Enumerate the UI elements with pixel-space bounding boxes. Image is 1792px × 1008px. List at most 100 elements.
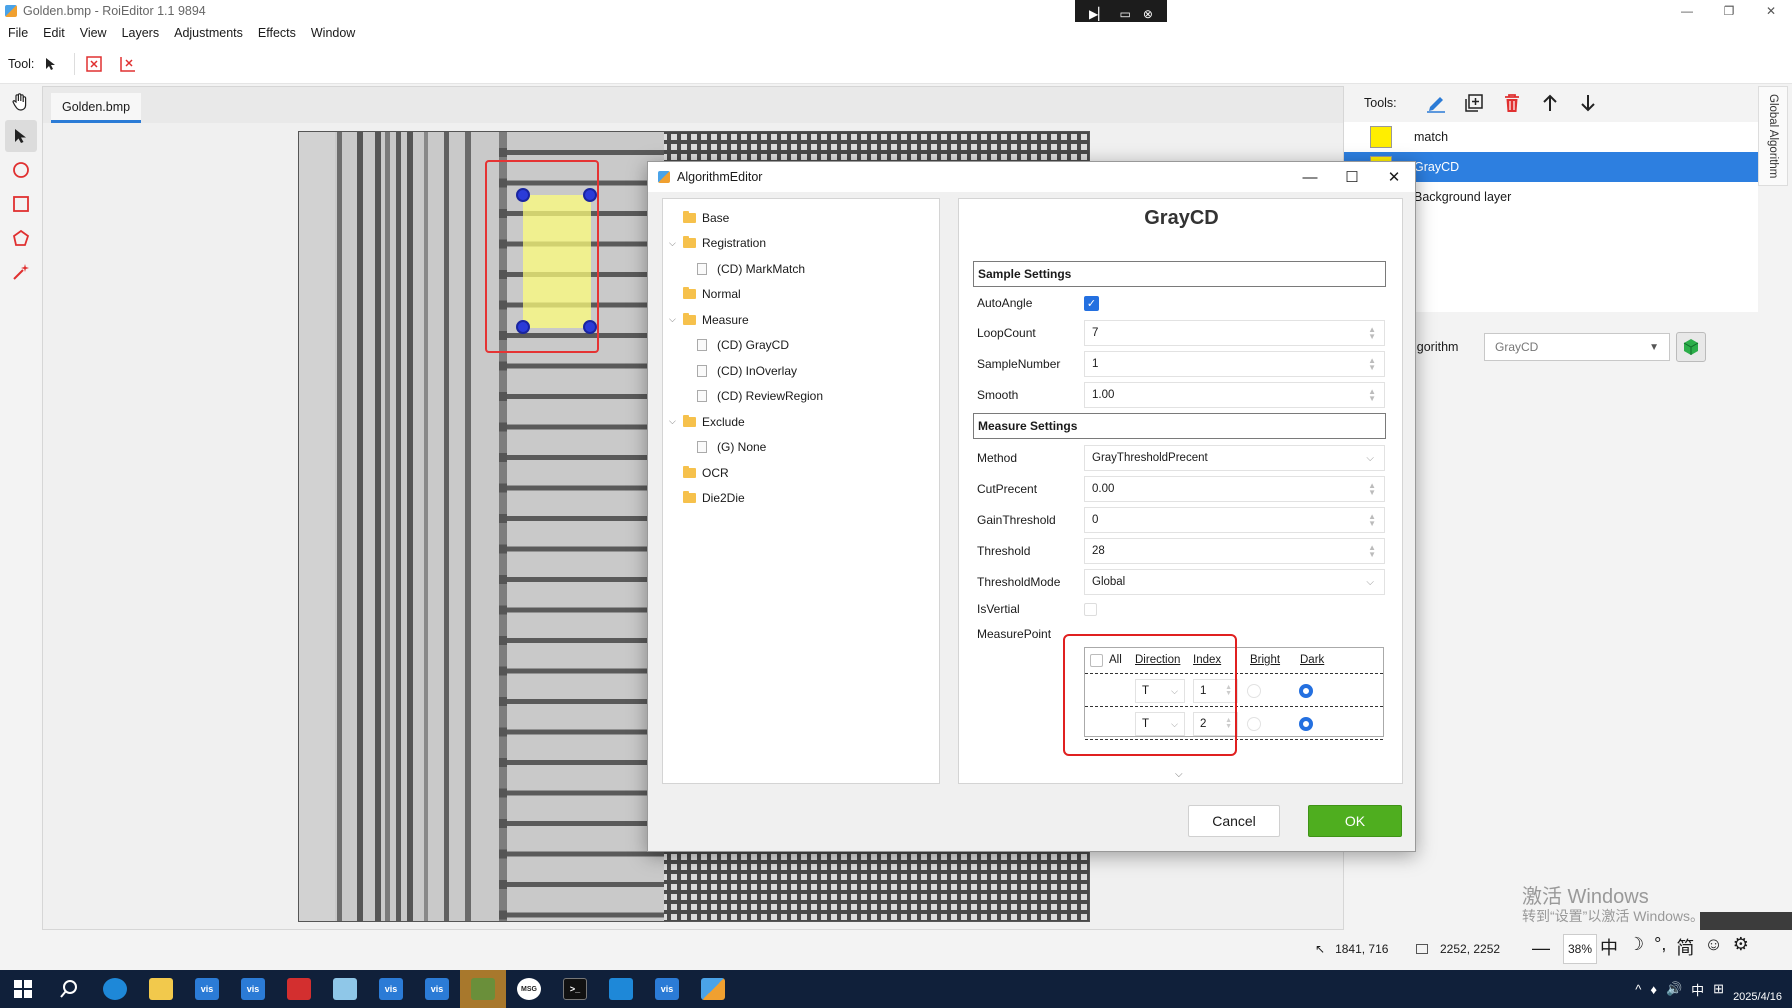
menu-layers[interactable]: Layers (122, 26, 160, 40)
ime-settings-icon[interactable]: ⚙ (1733, 934, 1749, 960)
edge-icon[interactable] (92, 970, 138, 1008)
spinner-arrows-icon[interactable]: ▲ ▼ (1368, 388, 1376, 403)
spinner-arrows-icon[interactable]: ▲ ▼ (1368, 482, 1376, 497)
tab-golden-bmp[interactable]: Golden.bmp (51, 93, 142, 123)
spinner-arrows-icon[interactable]: ▲ ▼ (1368, 513, 1376, 528)
cancel-button[interactable]: Cancel (1188, 805, 1280, 837)
select-tool-icon[interactable] (5, 120, 37, 152)
tray-clock[interactable]: 2025/4/16 (1733, 975, 1782, 1004)
pointer-tool-icon[interactable] (40, 53, 62, 75)
bar-app-icon[interactable] (598, 970, 644, 1008)
tree-item[interactable]: (CD) ReviewRegion (663, 384, 939, 410)
sample-number-input[interactable]: 1 ▲ ▼ (1084, 351, 1385, 377)
ime-emoji-icon[interactable]: ☺ (1704, 934, 1722, 960)
notes-app-icon[interactable] (322, 970, 368, 1008)
tray-security-icon[interactable]: ♦ (1650, 982, 1657, 997)
vis-app-icon[interactable]: vis (368, 970, 414, 1008)
tray-ime-icon[interactable]: 中 (1691, 980, 1704, 999)
menu-file[interactable]: File (8, 26, 28, 40)
delete-layer-icon[interactable] (1493, 90, 1531, 116)
tree-folder[interactable]: Die2Die (663, 486, 939, 512)
tree-item[interactable]: (G) None (663, 435, 939, 461)
menu-view[interactable]: View (80, 26, 107, 40)
roi-handle-bottom-left[interactable] (516, 320, 530, 334)
method-select[interactable]: GrayThresholdPrecent ⌵ (1084, 445, 1385, 471)
roi-handle-top-left[interactable] (516, 188, 530, 202)
threshold-mode-select[interactable]: Global ⌵ (1084, 569, 1385, 595)
hand-tool-icon[interactable] (5, 86, 37, 118)
dialog-maximize-icon[interactable]: ☐ (1331, 162, 1373, 192)
circle-tool-icon[interactable] (5, 154, 37, 186)
bright-radio[interactable] (1247, 717, 1261, 731)
tray-volume-icon[interactable]: 🔊 (1666, 981, 1682, 997)
smooth-input[interactable]: 1.00 ▲ ▼ (1084, 382, 1385, 408)
chevron-down-icon[interactable]: ⌵ (669, 314, 681, 325)
tree-folder[interactable]: ⌵ Measure (663, 307, 939, 333)
roi-handle-top-right[interactable] (583, 188, 597, 202)
tree-folder[interactable]: ⌵ Registration (663, 231, 939, 257)
header-bright[interactable]: Bright (1250, 654, 1280, 666)
ime-moon-icon[interactable]: ☽ (1628, 934, 1644, 960)
edit-layer-icon[interactable] (1417, 90, 1455, 116)
auto-angle-checkbox[interactable]: ✓ (1084, 295, 1099, 311)
terminal-icon[interactable]: >_ (552, 970, 598, 1008)
loop-count-input[interactable]: 7 ▲ ▼ (1084, 320, 1385, 346)
ok-button[interactable]: OK (1308, 805, 1402, 837)
add-layer-icon[interactable] (1455, 90, 1493, 116)
dark-radio[interactable] (1299, 684, 1313, 698)
msg-app-icon[interactable]: MSG (506, 970, 552, 1008)
tree-item[interactable]: (CD) MarkMatch (663, 256, 939, 282)
tree-folder[interactable]: ⌵ Exclude (663, 409, 939, 435)
gain-threshold-input[interactable]: 0 ▲ ▼ (1084, 507, 1385, 533)
is-vertial-checkbox[interactable] (1084, 602, 1097, 616)
move-up-icon[interactable] (1531, 90, 1569, 116)
spinner-arrows-icon[interactable]: ▲ ▼ (1368, 357, 1376, 372)
algorithm-select[interactable]: GrayCD ▼ (1484, 333, 1670, 361)
spinner-arrows-icon[interactable]: ▲ ▼ (1368, 544, 1376, 559)
dialog-close-icon[interactable]: ✕ (1373, 162, 1415, 192)
threshold-input[interactable]: 28 ▲ ▼ (1084, 538, 1385, 564)
rectangle-tool-icon[interactable] (5, 188, 37, 220)
header-dark[interactable]: Dark (1300, 654, 1324, 666)
disconnect-icon[interactable]: ⊗ (1143, 7, 1153, 21)
dialog-minimize-icon[interactable]: — (1289, 162, 1331, 192)
tree-item[interactable]: (CD) InOverlay (663, 358, 939, 384)
tray-input-icon[interactable]: ⊞ (1713, 981, 1724, 997)
delete-roi-icon[interactable] (83, 53, 105, 75)
search-icon[interactable] (46, 970, 92, 1008)
global-algorithm-tab[interactable]: Global Algorithm (1758, 86, 1788, 186)
tree-item[interactable]: (CD) GrayCD (663, 333, 939, 359)
magic-wand-icon[interactable] (5, 256, 37, 288)
menu-adjustments[interactable]: Adjustments (174, 26, 243, 40)
ime-chinese-icon[interactable]: 中 (1600, 934, 1618, 960)
dark-radio[interactable] (1299, 717, 1313, 731)
menu-edit[interactable]: Edit (43, 26, 65, 40)
chevron-down-icon[interactable]: ⌵ (669, 416, 681, 427)
bright-radio[interactable] (1247, 684, 1261, 698)
zoom-out-icon[interactable]: — (1532, 938, 1550, 959)
maximize-icon[interactable]: ❐ (1708, 0, 1750, 22)
roieditor-taskbar-icon[interactable] (690, 970, 736, 1008)
start-icon[interactable] (0, 970, 46, 1008)
polygon-tool-icon[interactable] (5, 222, 37, 254)
menu-effects[interactable]: Effects (258, 26, 296, 40)
tray-expand-icon[interactable]: ^ (1635, 982, 1641, 997)
chevron-down-icon[interactable]: ⌵ (669, 238, 681, 249)
vis-app-icon[interactable]: vis (414, 970, 460, 1008)
vis-app-icon[interactable]: vis (644, 970, 690, 1008)
close-icon[interactable]: ✕ (1750, 0, 1792, 22)
ime-punct-icon[interactable]: °, (1654, 934, 1666, 960)
pdf-app-icon[interactable] (276, 970, 322, 1008)
vis-app-icon[interactable]: vis (184, 970, 230, 1008)
clear-roi-icon[interactable] (117, 53, 139, 75)
layer-match[interactable]: match (1344, 122, 1758, 152)
keyboard-icon[interactable]: ▭ (1120, 7, 1131, 21)
zoom-level[interactable]: 38% (1563, 934, 1597, 964)
cut-precent-input[interactable]: 0.00 ▲ ▼ (1084, 476, 1385, 502)
pin-icon[interactable]: ▶▏ (1089, 7, 1107, 21)
spinner-arrows-icon[interactable]: ▲ ▼ (1368, 326, 1376, 341)
roi-region-graycd[interactable] (523, 195, 591, 328)
vis-app-icon[interactable]: vis (230, 970, 276, 1008)
tree-folder[interactable]: OCR (663, 460, 939, 486)
tree-folder[interactable]: Normal (663, 282, 939, 308)
